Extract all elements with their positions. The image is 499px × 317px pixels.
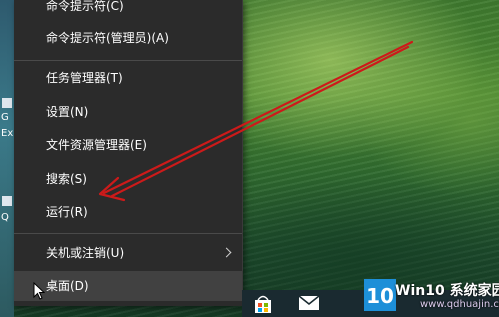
watermark-logo-text: 10: [366, 284, 394, 308]
win10-logo-icon: 10: [364, 279, 396, 311]
store-icon[interactable]: [254, 294, 272, 314]
watermark-url: www.qdhuajin.com: [420, 299, 499, 310]
red-annotation-arrow: [98, 40, 414, 202]
watermark-title: Win10 系统家园: [395, 283, 499, 299]
mail-icon[interactable]: [298, 294, 320, 312]
